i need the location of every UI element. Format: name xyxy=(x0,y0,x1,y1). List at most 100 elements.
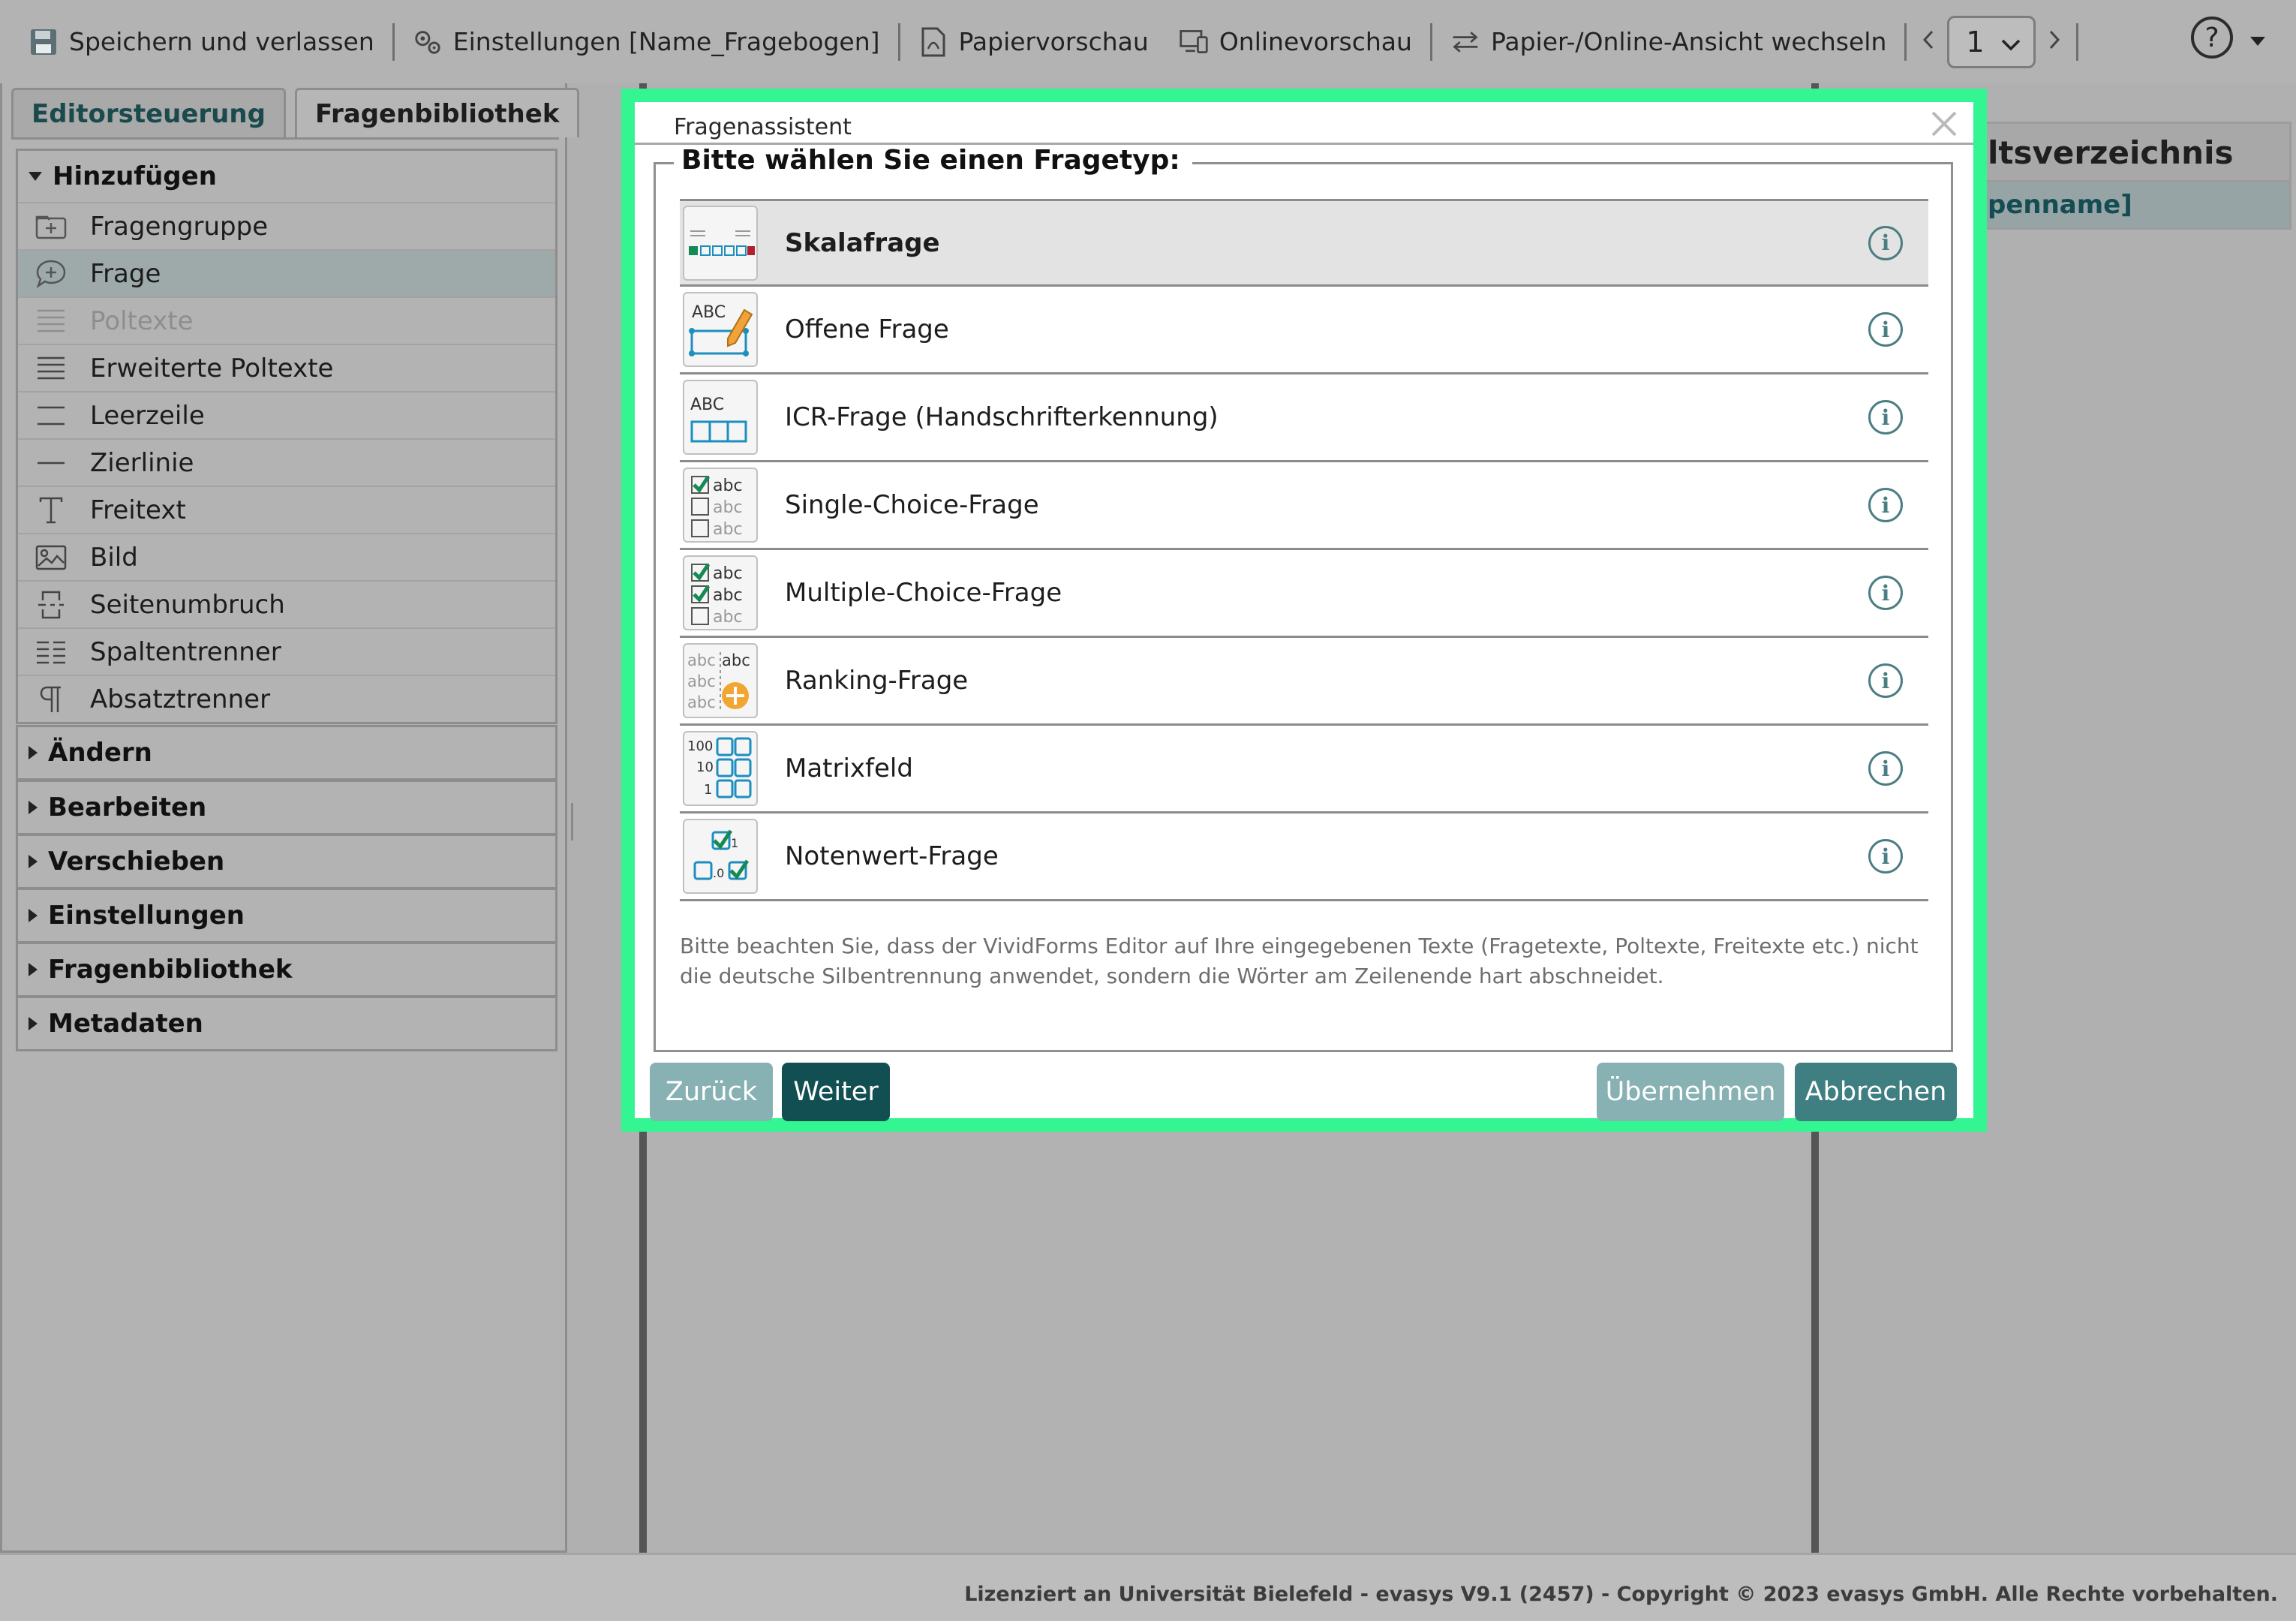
caret-right-icon xyxy=(29,1017,38,1030)
online-preview-button[interactable]: Onlinevorschau xyxy=(1164,27,1427,57)
item-label: Frage xyxy=(90,258,161,289)
svg-text:abc: abc xyxy=(713,608,743,627)
info-icon[interactable]: i xyxy=(1868,312,1903,347)
accordion-move: Verschieben xyxy=(16,834,557,889)
add-item-decor-line[interactable]: Zierlinie xyxy=(18,438,555,486)
add-item-question-group[interactable]: Fragengruppe xyxy=(18,202,555,249)
fieldset-legend: Bitte wählen Sie einen Fragetyp: xyxy=(674,145,1192,176)
caret-down-icon xyxy=(29,172,42,181)
add-item-free-text[interactable]: Freitext xyxy=(18,486,555,533)
question-type-option-ranking[interactable]: abc abc abc abc Ranking-Frage i xyxy=(680,638,1928,726)
svg-text:abc: abc xyxy=(713,520,743,539)
decor-line-icon xyxy=(35,447,68,480)
settings-button[interactable]: Einstellungen [Name_Fragebogen] xyxy=(398,27,895,57)
apply-button[interactable]: Übernehmen xyxy=(1597,1063,1784,1121)
accordion-header-question-library[interactable]: Fragenbibliothek xyxy=(18,944,555,995)
next-button[interactable]: Weiter xyxy=(782,1063,890,1121)
accordion-header-change[interactable]: Ändern xyxy=(18,727,555,778)
add-item-image[interactable]: Bild xyxy=(18,533,555,580)
accordion-header-add[interactable]: Hinzufügen xyxy=(18,151,555,202)
question-type-list: Skalafrage i ABC Offene Frage i ABC ICR-… xyxy=(680,199,1928,901)
accordion-header-edit[interactable]: Bearbeiten xyxy=(18,782,555,833)
question-type-label: Ranking-Frage xyxy=(785,666,969,696)
tab-editor-control[interactable]: Editorsteuerung xyxy=(11,88,286,137)
add-item-question[interactable]: Frage xyxy=(18,249,555,296)
switch-view-button[interactable]: Papier-/Online-Ansicht wechseln xyxy=(1435,27,1901,57)
chevron-right-icon xyxy=(2048,27,2061,56)
item-label: Spaltentrenner xyxy=(90,636,281,667)
add-item-paragraph-separator[interactable]: Absatztrenner xyxy=(18,675,555,722)
question-type-label: Multiple-Choice-Frage xyxy=(785,578,1062,608)
item-label: Zierlinie xyxy=(90,447,194,478)
close-button[interactable] xyxy=(1925,107,1963,144)
svg-text:100: 100 xyxy=(687,738,713,754)
info-icon[interactable]: i xyxy=(1868,400,1903,435)
accordion-header-settings[interactable]: Einstellungen xyxy=(18,890,555,941)
question-type-label: Single-Choice-Frage xyxy=(785,490,1039,520)
svg-text:abc: abc xyxy=(722,651,750,669)
back-button[interactable]: Zurück xyxy=(650,1063,773,1121)
caret-down-icon xyxy=(2249,23,2266,53)
svg-text:ABC: ABC xyxy=(692,303,726,322)
help-menu-button[interactable]: ? xyxy=(2191,17,2266,59)
hyphenation-note: Bitte beachten Sie, dass der VividForms … xyxy=(680,934,1919,988)
help-icon: ? xyxy=(2191,17,2233,59)
cancel-button[interactable]: Abbrechen xyxy=(1795,1063,1957,1121)
pole-text-icon xyxy=(35,305,68,338)
question-type-label: Matrixfeld xyxy=(785,753,913,783)
question-type-option-scale[interactable]: Skalafrage i xyxy=(680,199,1928,287)
scale-question-icon xyxy=(683,205,758,281)
question-type-option-icr[interactable]: ABC ICR-Frage (Handschrifterkennung) i xyxy=(680,374,1928,462)
add-item-empty-line[interactable]: Leerzeile xyxy=(18,391,555,438)
svg-text:1: 1 xyxy=(731,836,738,850)
svg-text:abc: abc xyxy=(713,564,743,583)
paper-preview-button[interactable]: Papiervorschau xyxy=(903,27,1164,57)
copyright-text: Lizenziert an Universität Bielefeld - ev… xyxy=(964,1582,2278,1606)
info-icon[interactable]: i xyxy=(1868,751,1903,786)
question-type-option-single-choice[interactable]: abc abc abc Single-Choice-Frage i xyxy=(680,462,1928,550)
accordion-edit: Bearbeiten xyxy=(16,780,557,835)
save-and-exit-button[interactable]: Speichern und verlassen xyxy=(0,27,389,57)
add-item-page-break[interactable]: Seitenumbruch xyxy=(18,580,555,627)
accordion-label: Verschieben xyxy=(48,847,225,877)
add-item-column-separator[interactable]: Spaltentrenner xyxy=(18,627,555,675)
save-icon xyxy=(29,27,59,57)
info-icon[interactable]: i xyxy=(1868,488,1903,522)
svg-text:10: 10 xyxy=(696,759,714,775)
chevron-left-icon xyxy=(1922,27,1935,56)
chevron-down-icon xyxy=(2000,26,2021,59)
info-icon[interactable]: i xyxy=(1868,225,1903,260)
prev-page-button[interactable] xyxy=(1910,27,1947,56)
accordion-header-metadata[interactable]: Metadaten xyxy=(18,998,555,1049)
info-icon[interactable]: i xyxy=(1868,839,1903,874)
add-question-icon xyxy=(35,257,68,290)
add-item-pole-texts[interactable]: Poltexte xyxy=(18,296,555,344)
accordion-header-move[interactable]: Verschieben xyxy=(18,836,555,887)
caret-right-icon xyxy=(29,746,38,759)
tab-question-library[interactable]: Fragenbibliothek xyxy=(294,88,580,137)
question-type-option-multiple-choice[interactable]: abc abc abc Multiple-Choice-Frage i xyxy=(680,550,1928,638)
accordion-label: Bearbeiten xyxy=(48,792,207,823)
grade-value-icon: 1.0 xyxy=(683,819,758,894)
caret-right-icon xyxy=(29,963,38,976)
panel-splitter[interactable] xyxy=(571,803,573,841)
question-type-option-open[interactable]: ABC Offene Frage i xyxy=(680,287,1928,374)
accordion-add: Hinzufügen Fragengruppe Frage Poltexte E… xyxy=(16,149,557,724)
page-break-icon xyxy=(35,588,68,621)
accordion-label: Fragenbibliothek xyxy=(48,955,293,985)
question-type-option-grade[interactable]: 1.0 Notenwert-Frage i xyxy=(680,814,1928,901)
info-icon[interactable]: i xyxy=(1868,663,1903,698)
toolbar: Speichern und verlassen Einstellungen [N… xyxy=(0,0,2296,83)
settings-label: Einstellungen [Name_Fragebogen] xyxy=(452,27,880,56)
info-icon[interactable]: i xyxy=(1868,576,1903,610)
next-page-button[interactable] xyxy=(2036,27,2073,56)
page-select[interactable]: 1 xyxy=(1947,15,2036,68)
add-item-extended-pole-texts[interactable]: Erweiterte Poltexte xyxy=(18,344,555,391)
toolbar-separator xyxy=(392,23,395,61)
toolbar-separator xyxy=(897,23,900,61)
toolbar-separator xyxy=(1904,23,1907,61)
accordion-metadata: Metadaten xyxy=(16,996,557,1051)
gears-icon xyxy=(413,27,443,57)
devices-icon xyxy=(1179,27,1209,57)
question-type-option-matrix[interactable]: 100 10 1 Matrixfeld i xyxy=(680,726,1928,814)
